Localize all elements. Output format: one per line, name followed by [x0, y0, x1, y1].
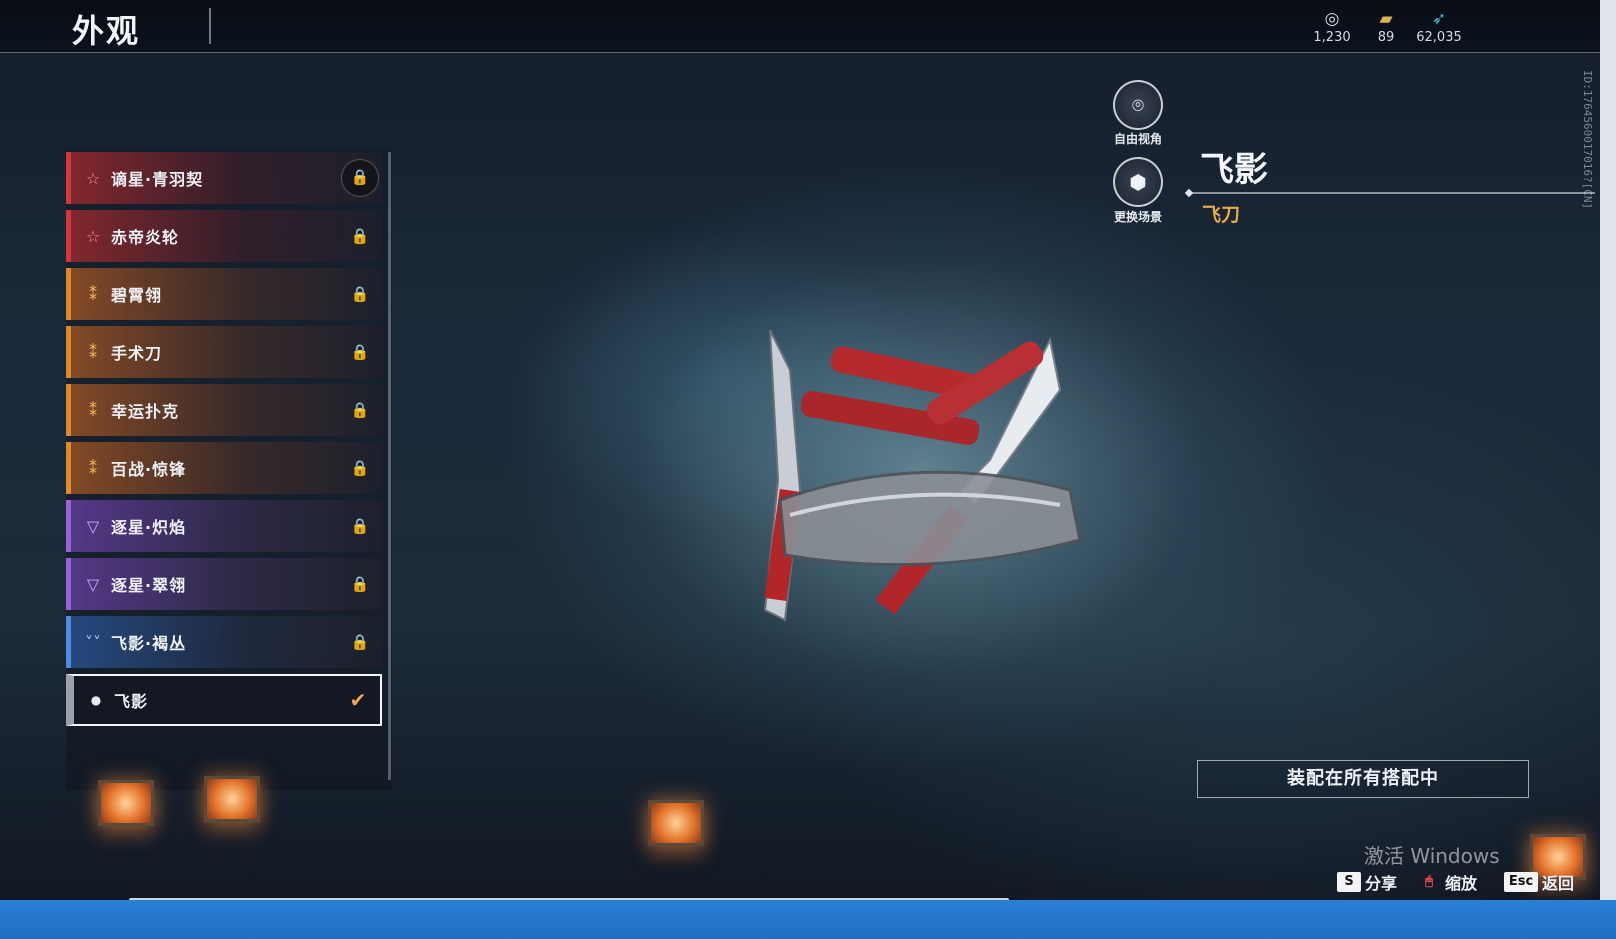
hint-label: 缩放 [1445, 874, 1478, 893]
currency-tokens: ◎ 1,230 [1302, 8, 1362, 45]
list-item[interactable]: ⁑ 幸运扑克 🔒 [66, 384, 382, 436]
taskbar [0, 900, 1616, 939]
windows-watermark: 激活 Windows [1364, 844, 1500, 868]
list-item[interactable]: ⁑ 碧霄翎 🔒 [66, 268, 382, 320]
item-name: 百战·惊锋 [111, 460, 187, 479]
list-item[interactable]: ˅˅ 飞影·褐丛 🔒 [66, 616, 382, 668]
list-item[interactable]: ☆ 赤帝炎轮 🔒 [66, 210, 382, 262]
item-name: 赤帝炎轮 [111, 228, 180, 247]
free-view-label: 自由视角 [1113, 132, 1162, 146]
back-hint[interactable]: Esc 返回 [1504, 870, 1574, 894]
knife-holster [778, 470, 1082, 567]
currency-tickets: ▰ 89 [1356, 8, 1416, 45]
rarity-icon: ⁑ [89, 342, 97, 362]
title-divider [1190, 192, 1595, 194]
change-scene-button[interactable]: ⬢ [1113, 157, 1163, 207]
currency-value: 62,035 [1416, 30, 1462, 45]
item-name: 碧霄翎 [111, 286, 163, 305]
hint-label: 返回 [1542, 874, 1575, 893]
player-id: ID:1764560017016?[CN] [1581, 70, 1594, 210]
key-s: S [1337, 872, 1361, 892]
cube-icon: ⬢ [1129, 170, 1147, 194]
lock-icon: 🔒 [350, 459, 370, 477]
top-bar: 外观 ◎ 1,230 ▰ 89 ➶ 62,035 [0, 0, 1600, 53]
camera-icon: ⌾ [1132, 93, 1144, 117]
list-item[interactable]: ☆ 谪星·青羽契 🔒 [66, 152, 382, 204]
item-type: 飞刀 [1202, 204, 1241, 226]
lock-icon: 🔒 [350, 633, 370, 651]
list-item[interactable]: ▽ 逐星·翠翎 🔒 [66, 558, 382, 610]
lock-icon: 🔒 [350, 401, 370, 419]
lock-icon: 🔒 [341, 159, 379, 197]
list-item-selected[interactable]: ● 飞影 ✔ [66, 674, 382, 726]
item-title: 飞影 [1200, 150, 1268, 190]
currency-value: 89 [1377, 30, 1395, 45]
zoom-hint[interactable]: 🖱 缩放 [1417, 870, 1477, 894]
rarity-icon: ⁑ [89, 400, 97, 420]
item-name: 谪星·青羽契 [111, 170, 204, 189]
lock-icon: 🔒 [350, 285, 370, 303]
change-scene-label: 更换场景 [1113, 210, 1162, 224]
rarity-icon: ▽ [86, 516, 100, 536]
share-hint[interactable]: S 分享 [1337, 870, 1397, 894]
item-name: 飞影 [114, 692, 149, 711]
rarity-icon: ☆ [85, 226, 101, 246]
equip-all-button[interactable]: 装配在所有搭配中 [1197, 760, 1529, 798]
list-item[interactable]: ⁑ 百战·惊锋 🔒 [66, 442, 382, 494]
item-name: 逐星·炽焰 [111, 518, 187, 537]
list-item[interactable]: ▽ 逐星·炽焰 🔒 [66, 500, 382, 552]
list-item[interactable]: ⁑ 手术刀 🔒 [66, 326, 382, 378]
title-divider [209, 8, 211, 44]
rarity-icon: ˅˅ [85, 632, 101, 652]
lock-icon: 🔒 [350, 227, 370, 245]
lock-icon: 🔒 [350, 517, 370, 535]
rarity-icon: ⁑ [89, 458, 97, 478]
item-name: 逐星·翠翎 [111, 576, 187, 595]
free-view-button[interactable]: ⌾ [1113, 80, 1163, 130]
lantern-decoration [98, 780, 154, 826]
feather-icon: ➶ [1431, 9, 1447, 29]
lantern-decoration [648, 800, 704, 846]
page-title: 外观 [72, 12, 141, 50]
key-esc: Esc [1504, 872, 1538, 892]
hint-label: 分享 [1365, 874, 1398, 893]
token-icon: ◎ [1324, 9, 1340, 29]
item-name: 飞影·褐丛 [111, 634, 187, 653]
lantern-decoration [204, 776, 260, 822]
knife-blade-1 [763, 330, 802, 622]
rarity-icon: ☆ [85, 168, 101, 188]
lock-icon: 🔒 [350, 343, 370, 361]
ticket-icon: ▰ [1379, 9, 1393, 29]
item-name: 幸运扑克 [111, 402, 180, 421]
window-edge [1600, 0, 1616, 900]
item-name: 手术刀 [111, 344, 163, 363]
currency-feathers: ➶ 62,035 [1409, 8, 1469, 45]
check-icon: ✔ [349, 688, 367, 712]
lock-icon: 🔒 [350, 575, 370, 593]
rarity-icon: ⁑ [89, 284, 97, 304]
list-scrollbar[interactable] [388, 152, 391, 780]
rarity-icon: ▽ [86, 574, 100, 594]
weapon-preview[interactable] [760, 330, 1120, 660]
currency-value: 1,230 [1313, 30, 1351, 45]
rarity-icon: ● [90, 693, 102, 707]
mouse-icon: 🖱 [1425, 874, 1433, 889]
